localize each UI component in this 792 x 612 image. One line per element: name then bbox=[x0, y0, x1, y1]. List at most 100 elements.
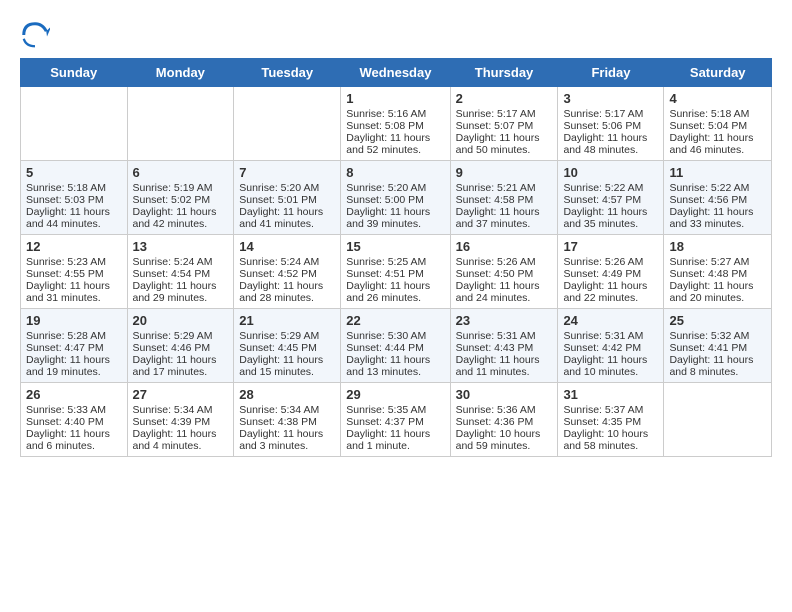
calendar-cell: 19Sunrise: 5:28 AMSunset: 4:47 PMDayligh… bbox=[21, 309, 128, 383]
day-info-line: Daylight: 11 hours bbox=[669, 354, 766, 366]
day-info-line: Daylight: 11 hours bbox=[669, 206, 766, 218]
calendar-cell: 6Sunrise: 5:19 AMSunset: 5:02 PMDaylight… bbox=[127, 161, 234, 235]
weekday-header-row: SundayMondayTuesdayWednesdayThursdayFrid… bbox=[21, 59, 772, 87]
calendar-cell: 11Sunrise: 5:22 AMSunset: 4:56 PMDayligh… bbox=[664, 161, 772, 235]
day-info-line: Daylight: 11 hours bbox=[563, 206, 658, 218]
calendar-cell: 18Sunrise: 5:27 AMSunset: 4:48 PMDayligh… bbox=[664, 235, 772, 309]
day-info-line: Daylight: 11 hours bbox=[239, 206, 335, 218]
day-info-line: and 13 minutes. bbox=[346, 366, 444, 378]
day-number: 3 bbox=[563, 91, 658, 106]
day-info-line: Daylight: 11 hours bbox=[26, 354, 122, 366]
calendar-cell: 17Sunrise: 5:26 AMSunset: 4:49 PMDayligh… bbox=[558, 235, 664, 309]
day-number: 11 bbox=[669, 165, 766, 180]
calendar-week-row: 1Sunrise: 5:16 AMSunset: 5:08 PMDaylight… bbox=[21, 87, 772, 161]
day-info-line: and 26 minutes. bbox=[346, 292, 444, 304]
day-info-line: Sunrise: 5:37 AM bbox=[563, 404, 658, 416]
day-info-line: Sunrise: 5:20 AM bbox=[239, 182, 335, 194]
day-info-line: Daylight: 11 hours bbox=[239, 354, 335, 366]
day-info-line: and 35 minutes. bbox=[563, 218, 658, 230]
day-info-line: and 11 minutes. bbox=[456, 366, 553, 378]
day-number: 21 bbox=[239, 313, 335, 328]
day-info-line: Sunrise: 5:24 AM bbox=[239, 256, 335, 268]
day-info-line: Sunrise: 5:22 AM bbox=[669, 182, 766, 194]
day-info-line: and 19 minutes. bbox=[26, 366, 122, 378]
day-number: 18 bbox=[669, 239, 766, 254]
calendar-cell: 23Sunrise: 5:31 AMSunset: 4:43 PMDayligh… bbox=[450, 309, 558, 383]
day-info-line: Daylight: 11 hours bbox=[133, 206, 229, 218]
day-number: 28 bbox=[239, 387, 335, 402]
day-number: 19 bbox=[26, 313, 122, 328]
day-info-line: Sunrise: 5:24 AM bbox=[133, 256, 229, 268]
day-info-line: and 41 minutes. bbox=[239, 218, 335, 230]
calendar-cell: 30Sunrise: 5:36 AMSunset: 4:36 PMDayligh… bbox=[450, 383, 558, 457]
day-info-line: Daylight: 11 hours bbox=[26, 280, 122, 292]
day-info-line: Sunset: 4:47 PM bbox=[26, 342, 122, 354]
calendar-cell: 7 Sunrise: 5:20 AMSunset: 5:01 PMDaylight… bbox=[234, 161, 341, 235]
day-info-line: and 20 minutes. bbox=[669, 292, 766, 304]
day-info-line: Sunset: 4:35 PM bbox=[563, 416, 658, 428]
day-info-line: Sunrise: 5:26 AM bbox=[456, 256, 553, 268]
day-info-line: Sunset: 4:51 PM bbox=[346, 268, 444, 280]
calendar-cell: 22Sunrise: 5:30 AMSunset: 4:44 PMDayligh… bbox=[341, 309, 450, 383]
day-number: 7 bbox=[239, 165, 335, 180]
day-info-line: Sunset: 4:57 PM bbox=[563, 194, 658, 206]
calendar-cell bbox=[234, 87, 341, 161]
day-number: 6 bbox=[133, 165, 229, 180]
day-number: 26 bbox=[26, 387, 122, 402]
day-info-line: Daylight: 11 hours bbox=[133, 280, 229, 292]
calendar-cell: 13Sunrise: 5:24 AMSunset: 4:54 PMDayligh… bbox=[127, 235, 234, 309]
day-info-line: Sunrise: 5:18 AM bbox=[669, 108, 766, 120]
day-number: 4 bbox=[669, 91, 766, 106]
day-number: 30 bbox=[456, 387, 553, 402]
day-info-line: Daylight: 11 hours bbox=[456, 354, 553, 366]
day-info-line: Sunrise: 5:17 AM bbox=[456, 108, 553, 120]
day-info-line: and 24 minutes. bbox=[456, 292, 553, 304]
day-info-line: and 50 minutes. bbox=[456, 144, 553, 156]
day-info-line: Sunrise: 5:19 AM bbox=[133, 182, 229, 194]
day-info-line: Daylight: 11 hours bbox=[669, 280, 766, 292]
day-info-line: Sunset: 4:52 PM bbox=[239, 268, 335, 280]
logo-icon bbox=[20, 20, 50, 50]
day-info-line: Sunset: 5:00 PM bbox=[346, 194, 444, 206]
calendar-cell bbox=[127, 87, 234, 161]
day-info-line: Sunset: 5:01 PM bbox=[239, 194, 335, 206]
day-info-line: Sunset: 5:06 PM bbox=[563, 120, 658, 132]
day-info-line: Sunset: 5:08 PM bbox=[346, 120, 444, 132]
day-info-line: Daylight: 11 hours bbox=[563, 280, 658, 292]
day-info-line: and 6 minutes. bbox=[26, 440, 122, 452]
day-number: 15 bbox=[346, 239, 444, 254]
day-info-line: and 52 minutes. bbox=[346, 144, 444, 156]
calendar-week-row: 5Sunrise: 5:18 AMSunset: 5:03 PMDaylight… bbox=[21, 161, 772, 235]
day-info-line: Sunset: 4:58 PM bbox=[456, 194, 553, 206]
day-info-line: Sunrise: 5:34 AM bbox=[239, 404, 335, 416]
day-info-line: and 1 minute. bbox=[346, 440, 444, 452]
day-info-line: Sunset: 4:45 PM bbox=[239, 342, 335, 354]
day-info-line: Sunrise: 5:18 AM bbox=[26, 182, 122, 194]
calendar-cell: 5Sunrise: 5:18 AMSunset: 5:03 PMDaylight… bbox=[21, 161, 128, 235]
day-info-line: and 33 minutes. bbox=[669, 218, 766, 230]
day-number: 9 bbox=[456, 165, 553, 180]
weekday-header-saturday: Saturday bbox=[664, 59, 772, 87]
day-info-line: Sunrise: 5:29 AM bbox=[239, 330, 335, 342]
day-info-line: and 10 minutes. bbox=[563, 366, 658, 378]
day-number: 13 bbox=[133, 239, 229, 254]
day-number: 2 bbox=[456, 91, 553, 106]
day-info-line: Sunrise: 5:23 AM bbox=[26, 256, 122, 268]
day-info-line: Daylight: 11 hours bbox=[456, 280, 553, 292]
day-info-line: Daylight: 11 hours bbox=[133, 354, 229, 366]
day-info-line: Daylight: 11 hours bbox=[346, 280, 444, 292]
day-number: 22 bbox=[346, 313, 444, 328]
day-info-line: Sunrise: 5:26 AM bbox=[563, 256, 658, 268]
page-header bbox=[20, 20, 772, 50]
day-info-line: Sunrise: 5:31 AM bbox=[456, 330, 553, 342]
day-info-line: and 3 minutes. bbox=[239, 440, 335, 452]
day-info-line: Sunset: 4:38 PM bbox=[239, 416, 335, 428]
day-number: 25 bbox=[669, 313, 766, 328]
calendar-cell: 24Sunrise: 5:31 AMSunset: 4:42 PMDayligh… bbox=[558, 309, 664, 383]
calendar-table: SundayMondayTuesdayWednesdayThursdayFrid… bbox=[20, 58, 772, 457]
day-info-line: Daylight: 11 hours bbox=[563, 354, 658, 366]
day-info-line: Sunrise: 5:27 AM bbox=[669, 256, 766, 268]
day-number: 29 bbox=[346, 387, 444, 402]
day-info-line: Daylight: 11 hours bbox=[456, 206, 553, 218]
calendar-cell: 4Sunrise: 5:18 AMSunset: 5:04 PMDaylight… bbox=[664, 87, 772, 161]
